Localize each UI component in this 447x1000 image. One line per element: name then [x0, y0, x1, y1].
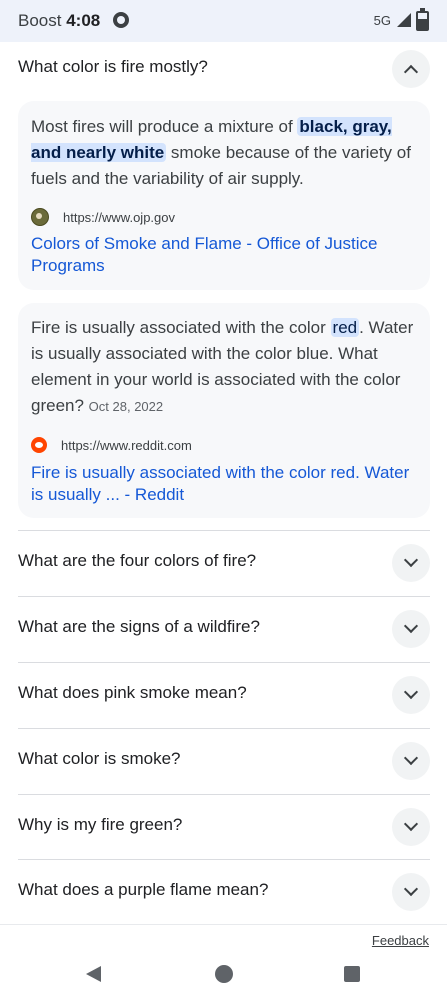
faq-question[interactable]: What does pink smoke mean? [18, 662, 430, 728]
snippet-highlight: red [330, 318, 360, 337]
result-link[interactable]: Fire is usually associated with the colo… [31, 462, 417, 506]
answer-snippet: Most fires will produce a mixture of bla… [31, 114, 417, 192]
answer-snippet: Fire is usually associated with the colo… [31, 315, 417, 420]
network-type: 5G [373, 13, 391, 28]
reddit-favicon-icon [31, 437, 47, 453]
chevron-down-icon[interactable] [392, 610, 430, 648]
chevron-down-icon[interactable] [392, 808, 430, 846]
answer-card-reddit: Fire is usually associated with the colo… [18, 303, 430, 518]
chevron-down-icon[interactable] [392, 742, 430, 780]
source-row[interactable]: https://www.ojp.gov [31, 208, 175, 226]
answer-card-ojp: Most fires will produce a mixture of bla… [18, 101, 430, 290]
clock-time: 4:08 [66, 11, 101, 30]
faq-question[interactable]: What are the signs of a wildfire? [18, 596, 430, 662]
chevron-down-icon[interactable] [392, 873, 430, 911]
chevron-down-icon[interactable] [392, 676, 430, 714]
home-icon[interactable] [215, 965, 233, 983]
question-text: What are the four colors of fire? [18, 551, 257, 570]
source-row[interactable]: https://www.reddit.com [31, 437, 192, 453]
snippet-text: Most fires will produce a mixture of [31, 117, 298, 136]
battery-icon [416, 8, 429, 31]
feedback-link[interactable]: Feedback [372, 933, 429, 948]
chevron-up-icon[interactable] [392, 50, 430, 88]
carrier-time: Boost 4:08 [18, 11, 100, 31]
question-text: What does pink smoke mean? [18, 683, 247, 702]
faq-question[interactable]: What does a purple flame mean? [18, 859, 430, 925]
ghost-icon [113, 12, 129, 28]
faq-question[interactable]: What are the four colors of fire? [18, 530, 430, 596]
faq-question[interactable]: What color is smoke? [18, 728, 430, 794]
question-text: What color is fire mostly? [18, 57, 208, 76]
question-text: What does a purple flame mean? [18, 880, 269, 899]
system-nav-bar [0, 948, 447, 1000]
divider [0, 924, 447, 925]
faq-question[interactable]: Why is my fire green? [18, 794, 430, 860]
faq-question-expanded[interactable]: What color is fire mostly? [18, 36, 430, 102]
snippet-text: Fire is usually associated with the colo… [31, 318, 331, 337]
result-link[interactable]: Colors of Smoke and Flame - Office of Ju… [31, 233, 417, 277]
carrier-name: Boost [18, 11, 62, 30]
ojp-favicon-icon [31, 208, 49, 226]
chevron-down-icon[interactable] [392, 544, 430, 582]
signal-icon [397, 13, 411, 27]
recents-icon[interactable] [344, 966, 360, 982]
source-url: https://www.reddit.com [61, 437, 192, 453]
question-text: Why is my fire green? [18, 815, 183, 834]
snippet-date: Oct 28, 2022 [88, 399, 164, 414]
question-text: What are the signs of a wildfire? [18, 617, 260, 636]
question-text: What color is smoke? [18, 749, 181, 768]
source-url: https://www.ojp.gov [63, 209, 175, 225]
back-icon[interactable] [86, 966, 101, 982]
